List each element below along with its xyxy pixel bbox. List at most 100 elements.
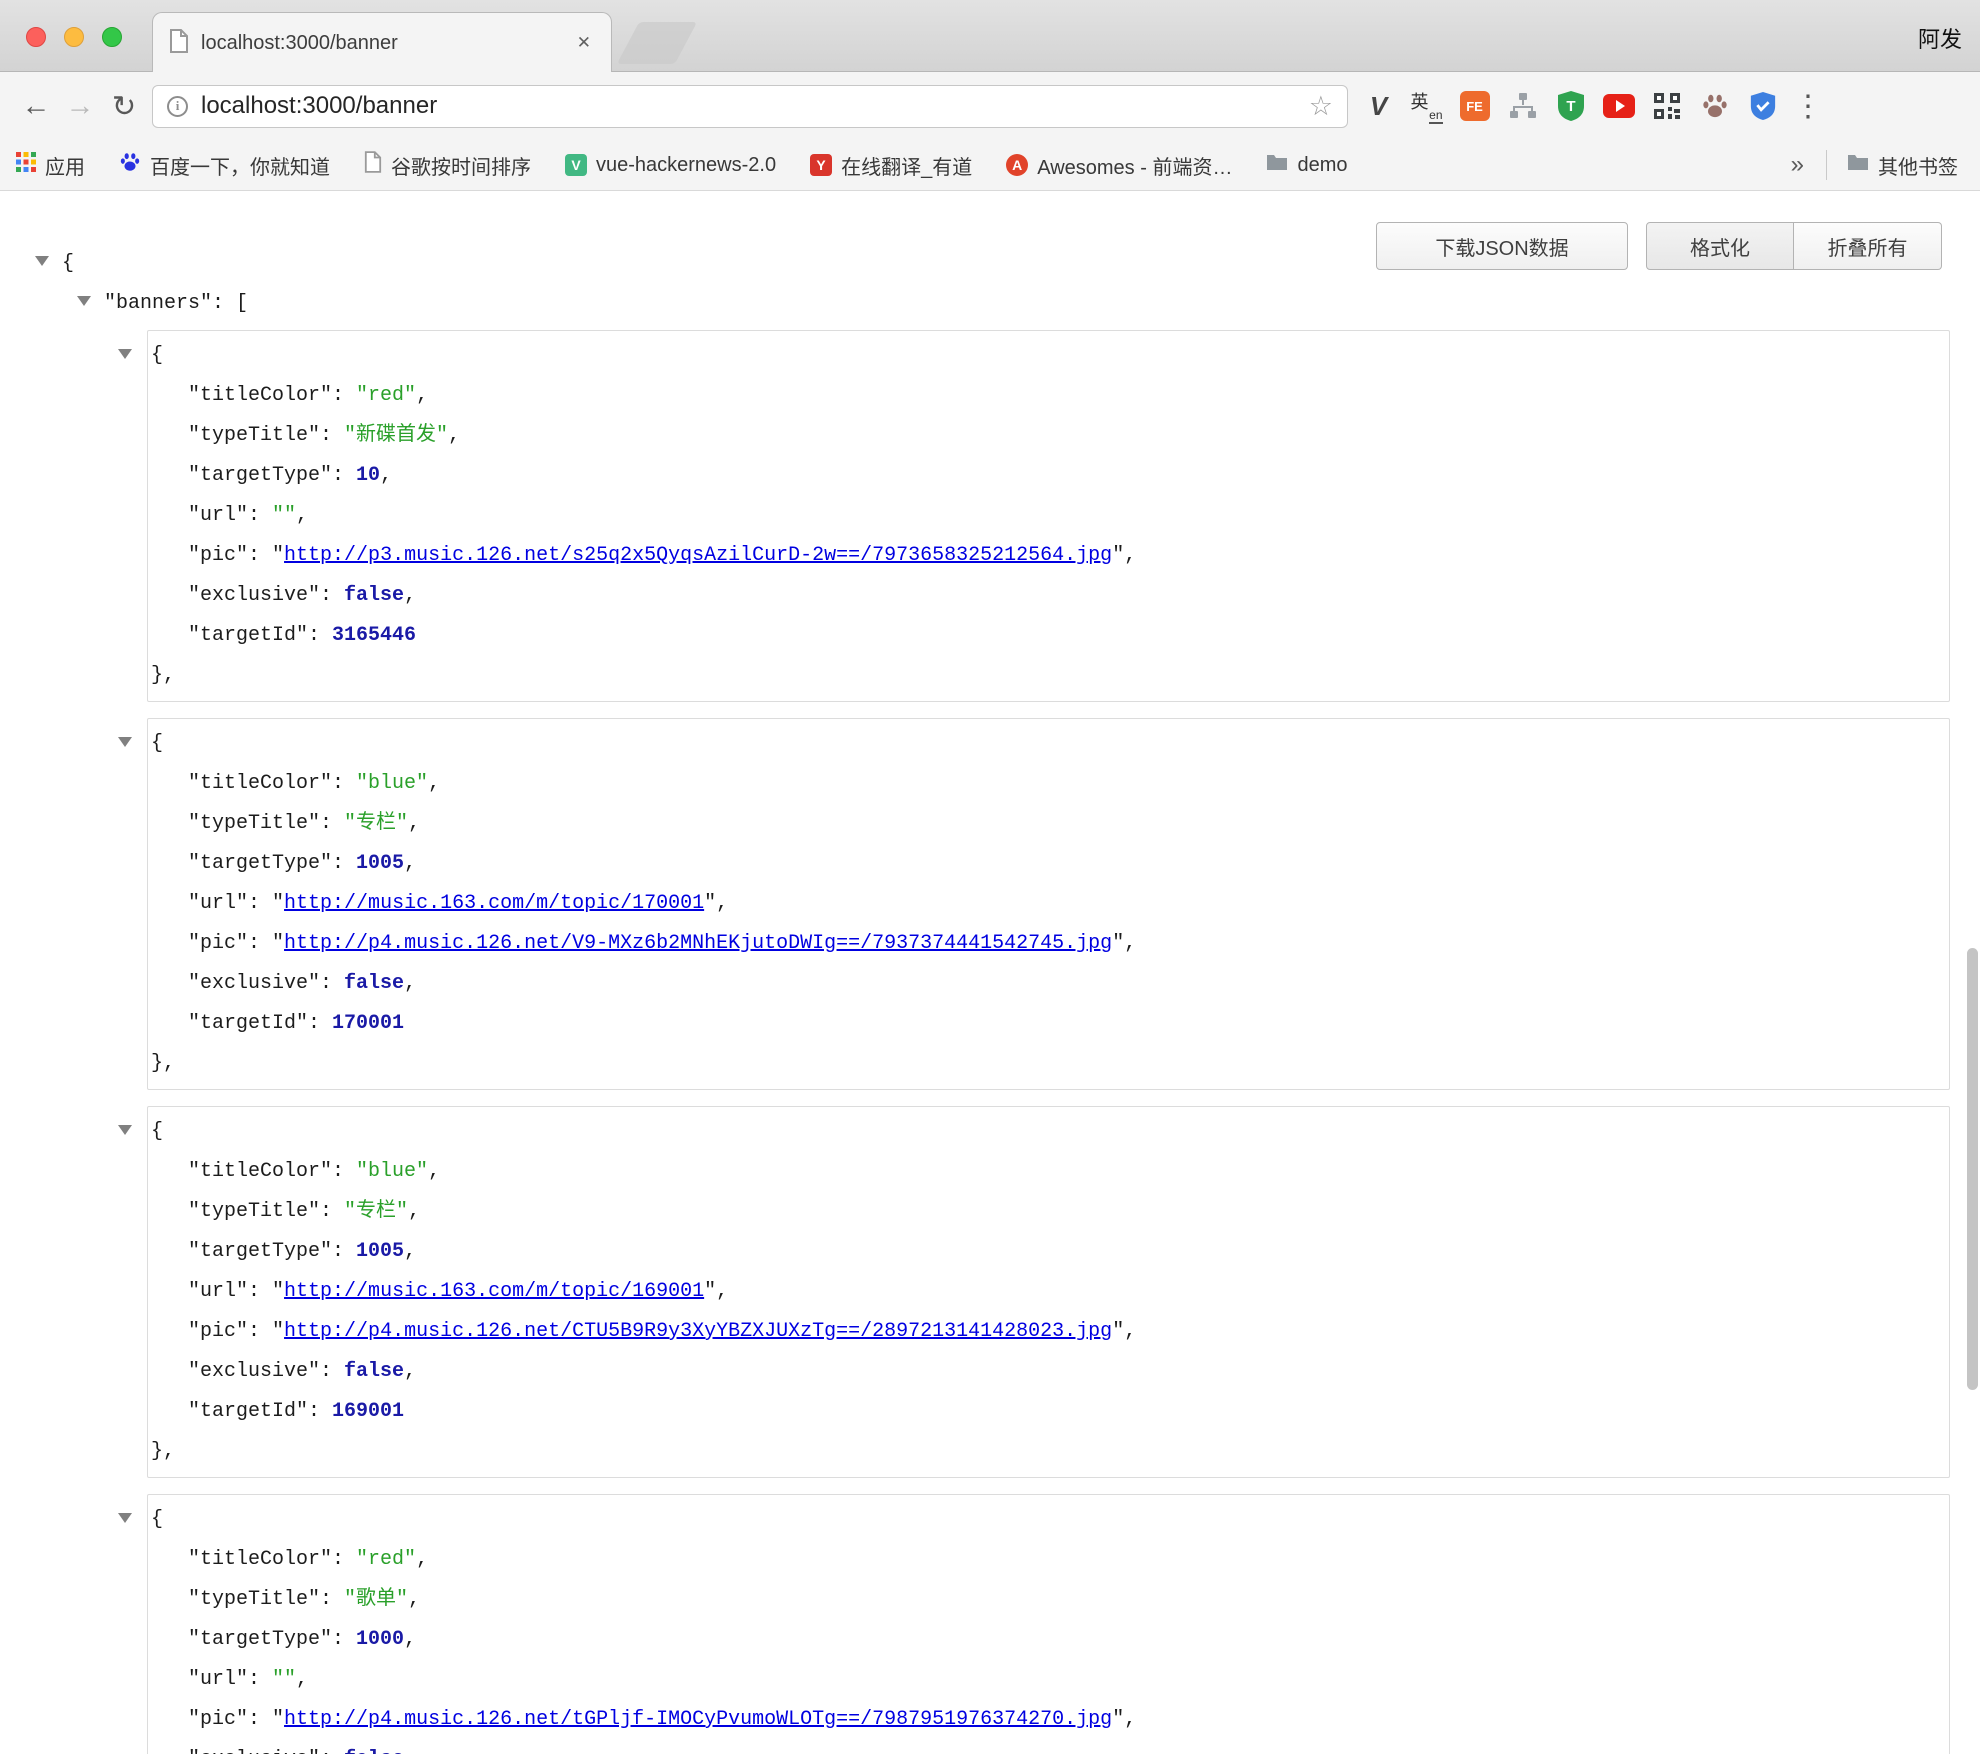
collapse-toggle-icon[interactable] [118, 1125, 132, 1135]
fe-extension-icon[interactable]: FE [1456, 88, 1493, 125]
json-string-value: "" [272, 1668, 296, 1691]
json-object-close-line: }, [148, 656, 1949, 696]
bookmark-vue-hackernews[interactable]: V vue-hackernews-2.0 [565, 154, 776, 177]
baidu-paw-icon [119, 151, 141, 179]
json-field-targetType: "targetType": 10, [148, 456, 1949, 496]
bookmark-label: vue-hackernews-2.0 [596, 154, 776, 177]
qrcode-extension-icon[interactable] [1648, 88, 1685, 125]
bookmarks-divider [1826, 150, 1827, 180]
page-document-icon [364, 151, 382, 179]
paw-extension-icon[interactable] [1696, 88, 1733, 125]
json-open-brace: { [151, 1120, 163, 1143]
bookmark-awesomes[interactable]: A Awesomes - 前端资… [1006, 151, 1232, 180]
json-link-url[interactable]: http://music.163.com/m/topic/169001 [284, 1280, 704, 1303]
collapse-toggle-icon[interactable] [35, 256, 49, 266]
json-open-brace: { [62, 252, 74, 275]
json-key: "url" [188, 1280, 248, 1303]
json-comma: , [1124, 932, 1136, 955]
collapse-toggle-icon[interactable] [118, 349, 132, 359]
json-boolean-value: false [344, 584, 404, 607]
format-button[interactable]: 格式化 [1646, 222, 1794, 270]
json-colon: : [320, 1588, 344, 1611]
json-colon: : [320, 1748, 344, 1754]
shield-t-extension-icon[interactable]: T [1552, 88, 1589, 125]
json-colon: : [320, 972, 344, 995]
json-key: "exclusive" [188, 972, 320, 995]
address-bar[interactable]: i localhost:3000/banner ☆ [152, 85, 1348, 128]
json-link-url[interactable]: http://p4.music.126.net/CTU5B9R9y3XyYBZX… [284, 1320, 1112, 1343]
dark-v-extension-icon[interactable]: V [1360, 88, 1397, 125]
collapse-toggle-icon[interactable] [118, 1513, 132, 1523]
forward-button[interactable]: → [58, 84, 102, 128]
download-json-button[interactable]: 下载JSON数据 [1376, 222, 1628, 270]
browser-menu-icon[interactable]: ⋮ [1781, 89, 1833, 124]
bookmark-google-sort[interactable]: 谷歌按时间排序 [364, 151, 531, 180]
json-link-url[interactable]: http://p3.music.126.net/s25q2x5QyqsAzilC… [284, 544, 1112, 567]
json-colon: : [248, 1320, 272, 1343]
org-chart-extension-icon[interactable] [1504, 88, 1541, 125]
json-field-targetId: "targetId": 3165446 [148, 616, 1949, 656]
json-link-url[interactable]: http://music.163.com/m/topic/170001 [284, 892, 704, 915]
json-string-value: "blue" [356, 772, 428, 795]
json-key: "typeTitle" [188, 1200, 320, 1223]
json-quote: " [272, 932, 284, 955]
json-field-url: "url": "", [148, 1660, 1949, 1700]
youtube-extension-icon[interactable] [1600, 88, 1637, 125]
json-key: "targetId" [188, 1400, 308, 1423]
json-key: "titleColor" [188, 384, 332, 407]
json-number-value: 1000 [356, 1628, 404, 1651]
bookmark-folder-demo[interactable]: demo [1266, 153, 1347, 177]
json-quote: " [272, 892, 284, 915]
page-info-icon[interactable]: i [167, 96, 188, 117]
json-key: "exclusive" [188, 1360, 320, 1383]
json-number-value: 1005 [356, 1240, 404, 1263]
json-field-titleColor: "titleColor": "red", [148, 1540, 1949, 1580]
json-object-box: {"titleColor": "blue","typeTitle": "专栏",… [147, 718, 1950, 1090]
translate-extension-icon[interactable]: 英 en [1408, 88, 1445, 125]
json-link-url[interactable]: http://p4.music.126.net/tGPljf-IMOCyPvum… [284, 1708, 1112, 1731]
json-string-value: "blue" [356, 1160, 428, 1183]
new-tab-button[interactable] [617, 22, 697, 64]
json-comma: , [404, 972, 416, 995]
json-key: "titleColor" [188, 1548, 332, 1571]
profile-name[interactable]: 阿发 [1918, 22, 1962, 54]
json-number-value: 169001 [332, 1400, 404, 1423]
vertical-scrollbar-thumb[interactable] [1967, 948, 1978, 1390]
collapse-toggle-icon[interactable] [77, 296, 91, 306]
tab-close-icon[interactable]: ✕ [573, 31, 595, 55]
bookmarks-overflow-chevron[interactable]: » [1791, 151, 1804, 179]
json-colon: : [332, 1548, 356, 1571]
back-button[interactable]: ← [14, 84, 58, 128]
json-banners-key: "banners": [ [104, 292, 248, 315]
json-comma: , [1124, 544, 1136, 567]
close-window-button[interactable] [26, 27, 46, 47]
bookmark-baidu[interactable]: 百度一下，你就知道 [119, 151, 330, 180]
json-quote: " [1112, 544, 1124, 567]
json-comma: , [404, 584, 416, 607]
browser-tab[interactable]: localhost:3000/banner ✕ [152, 12, 612, 73]
json-link-url[interactable]: http://p4.music.126.net/V9-MXz6b2MNhEKju… [284, 932, 1112, 955]
json-colon: : [320, 1200, 344, 1223]
bookmark-youdao-translate[interactable]: Y 在线翻译_有道 [810, 151, 972, 180]
other-bookmarks-folder[interactable]: 其他书签 [1847, 151, 1958, 180]
json-comma: , [716, 892, 728, 915]
json-field-url: "url": "http://music.163.com/m/topic/170… [148, 884, 1949, 924]
reload-button[interactable]: ↻ [102, 84, 146, 128]
json-object-box: {"titleColor": "red","typeTitle": "歌单","… [147, 1494, 1950, 1754]
json-comma: , [404, 1628, 416, 1651]
json-colon: : [332, 1628, 356, 1651]
minimize-window-button[interactable] [64, 27, 84, 47]
collapse-toggle-icon[interactable] [118, 737, 132, 747]
bookmark-apps[interactable]: 应用 [16, 151, 85, 180]
json-colon: : [332, 852, 356, 875]
collapse-all-button[interactable]: 折叠所有 [1794, 222, 1942, 270]
apps-grid-icon [16, 152, 36, 178]
bookmark-label: 在线翻译_有道 [841, 151, 972, 180]
bookmark-label: 其他书签 [1878, 151, 1958, 180]
bookmark-star-icon[interactable]: ☆ [1309, 93, 1333, 120]
blue-shield-extension-icon[interactable] [1744, 88, 1781, 125]
bookmark-label: Awesomes - 前端资… [1037, 151, 1232, 180]
json-comma: , [428, 772, 440, 795]
fullscreen-window-button[interactable] [102, 27, 122, 47]
json-comma: , [1124, 1708, 1136, 1731]
